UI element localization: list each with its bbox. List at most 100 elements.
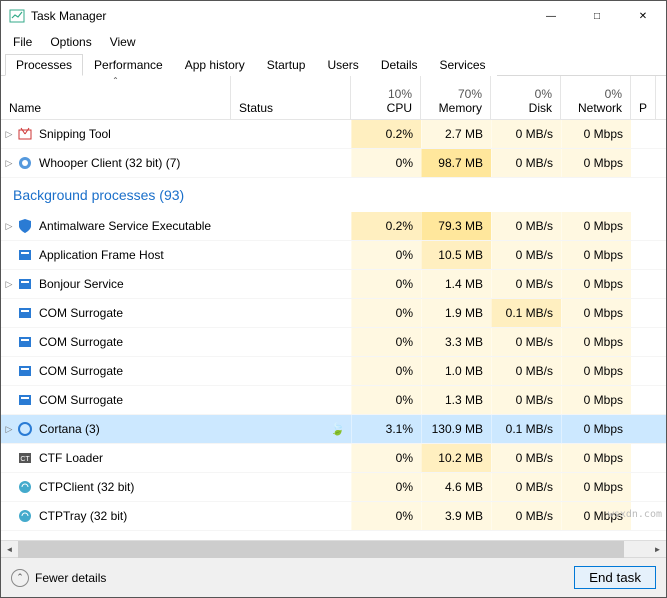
end-task-button[interactable]: End task bbox=[574, 566, 656, 589]
expand-icon[interactable]: ▷ bbox=[1, 221, 17, 232]
sort-indicator-icon: ⌃ bbox=[112, 76, 119, 85]
process-icon bbox=[17, 305, 33, 321]
scroll-right-icon[interactable]: ► bbox=[649, 541, 666, 558]
chevron-up-icon: ⌃ bbox=[11, 569, 29, 587]
col-network[interactable]: 0% Network bbox=[561, 76, 631, 119]
table-row[interactable]: COM Surrogate0%1.3 MB0 MB/s0 Mbps bbox=[1, 386, 666, 415]
col-memory[interactable]: 70% Memory bbox=[421, 76, 491, 119]
scroll-track[interactable] bbox=[18, 541, 649, 558]
leaf-icon: 🍃 bbox=[330, 422, 345, 436]
process-icon bbox=[17, 392, 33, 408]
cell-disk: 0 MB/s bbox=[491, 473, 561, 501]
cell-name: CTPTray (32 bit) bbox=[1, 508, 231, 524]
tab-startup[interactable]: Startup bbox=[256, 54, 317, 76]
table-row[interactable]: COM Surrogate0%1.0 MB0 MB/s0 Mbps bbox=[1, 357, 666, 386]
process-name: Snipping Tool bbox=[39, 127, 111, 141]
tab-performance[interactable]: Performance bbox=[83, 54, 174, 76]
footer: ⌃ Fewer details End task bbox=[1, 557, 666, 597]
section-background-label: Background processes (93) bbox=[13, 187, 184, 203]
cell-memory: 98.7 MB bbox=[421, 149, 491, 177]
cell-network: 0 Mbps bbox=[561, 212, 631, 240]
table-row[interactable]: COM Surrogate0%1.9 MB0.1 MB/s0 Mbps bbox=[1, 299, 666, 328]
network-pct: 0% bbox=[605, 87, 622, 101]
table-row[interactable]: COM Surrogate0%3.3 MB0 MB/s0 Mbps bbox=[1, 328, 666, 357]
cell-name: ▷ Cortana (3) bbox=[1, 421, 231, 437]
cell-memory: 3.3 MB bbox=[421, 328, 491, 356]
cell-memory: 3.9 MB bbox=[421, 502, 491, 530]
close-button[interactable]: ✕ bbox=[620, 1, 666, 31]
fewer-details-label: Fewer details bbox=[35, 571, 106, 585]
menu-options[interactable]: Options bbox=[42, 33, 99, 51]
table-row[interactable]: CTPClient (32 bit)0%4.6 MB0 MB/s0 Mbps bbox=[1, 473, 666, 502]
table-row[interactable]: ▷Bonjour Service0%1.4 MB0 MB/s0 Mbps bbox=[1, 270, 666, 299]
cell-cpu: 0% bbox=[351, 328, 421, 356]
column-headers: ⌃ Name Status 10% CPU 70% Memory 0% Disk… bbox=[1, 76, 666, 120]
process-icon bbox=[17, 479, 33, 495]
tab-details[interactable]: Details bbox=[370, 54, 429, 76]
cell-name: COM Surrogate bbox=[1, 392, 231, 408]
fewer-details-button[interactable]: ⌃ Fewer details bbox=[11, 569, 106, 587]
col-status-label: Status bbox=[239, 101, 342, 115]
tab-processes[interactable]: Processes bbox=[5, 54, 83, 76]
table-row[interactable]: ▷Snipping Tool0.2%2.7 MB0 MB/s0 Mbps bbox=[1, 120, 666, 149]
process-name: CTPClient (32 bit) bbox=[39, 480, 134, 494]
horizontal-scrollbar[interactable]: ◄ ► bbox=[1, 540, 666, 557]
table-row[interactable]: CTPTray (32 bit)0%3.9 MB0 MB/s0 Mbps bbox=[1, 502, 666, 531]
cell-memory: 10.2 MB bbox=[421, 444, 491, 472]
table-row[interactable]: CTCTF Loader0%10.2 MB0 MB/s0 Mbps bbox=[1, 444, 666, 473]
cell-network: 0 Mbps bbox=[561, 241, 631, 269]
tab-services[interactable]: Services bbox=[429, 54, 497, 76]
cell-network: 0 Mbps bbox=[561, 386, 631, 414]
cell-memory: 1.4 MB bbox=[421, 270, 491, 298]
disk-pct: 0% bbox=[535, 87, 552, 101]
col-name[interactable]: ⌃ Name bbox=[1, 76, 231, 119]
col-disk[interactable]: 0% Disk bbox=[491, 76, 561, 119]
cell-memory: 1.9 MB bbox=[421, 299, 491, 327]
cell-disk: 0 MB/s bbox=[491, 149, 561, 177]
col-cpu[interactable]: 10% CPU bbox=[351, 76, 421, 119]
process-list: ▷Snipping Tool0.2%2.7 MB0 MB/s0 Mbps▷Who… bbox=[1, 120, 666, 540]
expand-icon[interactable]: ▷ bbox=[1, 424, 17, 435]
tab-users[interactable]: Users bbox=[316, 54, 369, 76]
section-background: Background processes (93) bbox=[1, 178, 666, 212]
cell-memory: 1.3 MB bbox=[421, 386, 491, 414]
process-name: Cortana (3) bbox=[39, 422, 100, 436]
table-row[interactable]: ▷Antimalware Service Executable0.2%79.3 … bbox=[1, 212, 666, 241]
table-row[interactable]: ▷Cortana (3)🍃3.1%130.9 MB0.1 MB/s0 Mbps bbox=[1, 415, 666, 444]
menu-file[interactable]: File bbox=[5, 33, 40, 51]
cell-cpu: 0% bbox=[351, 241, 421, 269]
memory-label: Memory bbox=[439, 101, 482, 115]
expand-icon[interactable]: ▷ bbox=[1, 129, 17, 140]
col-status[interactable]: Status bbox=[231, 76, 351, 119]
menu-view[interactable]: View bbox=[102, 33, 144, 51]
svg-text:CT: CT bbox=[20, 456, 30, 463]
table-row[interactable]: Application Frame Host0%10.5 MB0 MB/s0 M… bbox=[1, 241, 666, 270]
process-icon bbox=[17, 363, 33, 379]
cell-disk: 0 MB/s bbox=[491, 357, 561, 385]
expand-icon[interactable]: ▷ bbox=[1, 279, 17, 290]
process-icon bbox=[17, 218, 33, 234]
process-name: COM Surrogate bbox=[39, 335, 123, 349]
cell-disk: 0 MB/s bbox=[491, 120, 561, 148]
expand-icon[interactable]: ▷ bbox=[1, 158, 17, 169]
process-name: COM Surrogate bbox=[39, 306, 123, 320]
maximize-button[interactable]: □ bbox=[574, 1, 620, 31]
col-extra[interactable]: P bbox=[631, 76, 656, 119]
cell-memory: 10.5 MB bbox=[421, 241, 491, 269]
cell-disk: 0 MB/s bbox=[491, 328, 561, 356]
cell-status: 🍃 bbox=[231, 422, 351, 436]
table-row[interactable]: ▷Whooper Client (32 bit) (7)0%98.7 MB0 M… bbox=[1, 149, 666, 178]
cell-name: ▷ Snipping Tool bbox=[1, 126, 231, 142]
cell-name: Application Frame Host bbox=[1, 247, 231, 263]
process-name: Bonjour Service bbox=[39, 277, 124, 291]
cell-name: COM Surrogate bbox=[1, 305, 231, 321]
process-icon bbox=[17, 421, 33, 437]
tab-app-history[interactable]: App history bbox=[174, 54, 256, 76]
scroll-left-icon[interactable]: ◄ bbox=[1, 541, 18, 558]
cell-disk: 0.1 MB/s bbox=[491, 299, 561, 327]
scroll-thumb[interactable] bbox=[18, 541, 624, 558]
cell-network: 0 Mbps bbox=[561, 299, 631, 327]
minimize-button[interactable]: — bbox=[528, 1, 574, 31]
process-icon bbox=[17, 126, 33, 142]
cell-cpu: 0% bbox=[351, 502, 421, 530]
